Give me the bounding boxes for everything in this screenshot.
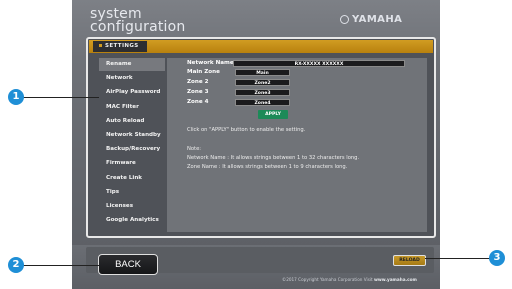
sidebar: Rename Network AirPlay Password MAC Filt…	[99, 58, 165, 228]
apply-button[interactable]: APPLY	[258, 110, 288, 119]
sidebar-item-airplay-password[interactable]: AirPlay Password	[99, 86, 165, 99]
zone2-label: Zone 2	[187, 79, 209, 85]
callout-2-line	[22, 265, 99, 266]
sidebar-item-backup-recovery[interactable]: Backup/Recovery	[99, 143, 165, 156]
network-name-field[interactable]: RX-XXXXX XXXXXX	[233, 60, 405, 67]
zone4-field[interactable]: Zone4	[235, 99, 290, 106]
tab-bar: SETTINGS	[89, 40, 433, 53]
main-zone-field[interactable]: Main	[235, 69, 290, 76]
sidebar-item-network-standby[interactable]: Network Standby	[99, 129, 165, 142]
sidebar-item-create-link[interactable]: Create Link	[99, 172, 165, 185]
copyright-notice: ©2017 Copyright Yamaha Corporation Visit	[282, 277, 373, 282]
brand-name: YAMAHA	[352, 14, 403, 25]
callout-2-badge: 2	[8, 257, 24, 273]
sidebar-item-network[interactable]: Network	[99, 72, 165, 85]
tab-settings-label: SETTINGS	[105, 43, 139, 49]
sidebar-item-tips[interactable]: Tips	[99, 186, 165, 199]
note-title: Note:	[187, 146, 202, 152]
note-zone-name: Zone Name : It allows strings between 1 …	[187, 164, 348, 170]
callout-3-badge: 3	[489, 250, 505, 266]
back-button[interactable]: BACK	[98, 254, 158, 275]
page-title: system configuration	[90, 7, 186, 35]
callout-1-badge: 1	[8, 89, 24, 105]
zone3-field[interactable]: Zone3	[235, 89, 290, 96]
note-network-name: Network Name : It allows strings between…	[187, 155, 360, 161]
tab-marker-icon	[99, 44, 102, 47]
sidebar-item-licenses[interactable]: Licenses	[99, 200, 165, 213]
title-line-2: configuration	[90, 19, 186, 35]
main-zone-label: Main Zone	[187, 69, 220, 75]
zone4-label: Zone 4	[187, 99, 209, 105]
yamaha-site-link[interactable]: www.yamaha.com	[374, 277, 417, 282]
brand-logo: YAMAHA	[340, 14, 402, 25]
sidebar-item-mac-filter[interactable]: MAC Filter	[99, 101, 165, 114]
sidebar-item-rename[interactable]: Rename	[99, 58, 165, 71]
callout-3-line	[425, 258, 492, 259]
copyright-text: ©2017 Copyright Yamaha Corporation Visit…	[282, 277, 417, 282]
network-name-label: Network Name	[187, 60, 234, 66]
tab-settings[interactable]: SETTINGS	[93, 41, 147, 52]
sidebar-item-google-analytics[interactable]: Google Analytics	[99, 214, 165, 227]
apply-instruction: Click on "APPLY" button to enable the se…	[187, 127, 306, 133]
yamaha-emblem-icon	[340, 15, 349, 24]
reload-button[interactable]: RELOAD	[393, 255, 426, 266]
zone3-label: Zone 3	[187, 89, 209, 95]
callout-1-line	[22, 97, 99, 98]
zone2-field[interactable]: Zone2	[235, 79, 290, 86]
sidebar-item-auto-reload[interactable]: Auto Reload	[99, 115, 165, 128]
sidebar-item-firmware[interactable]: Firmware	[99, 157, 165, 170]
